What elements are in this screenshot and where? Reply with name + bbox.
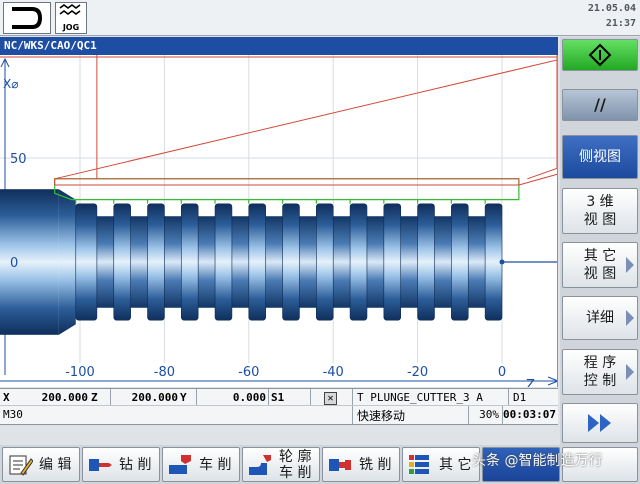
groove-land (147, 203, 165, 321)
turning-softkey[interactable]: 车 削 (162, 447, 240, 482)
rapid-exit (527, 167, 557, 180)
groove-land (349, 203, 368, 321)
details-label: 详细 (586, 310, 614, 326)
groove-land (282, 203, 300, 321)
details-softkey[interactable]: 详细 (562, 296, 638, 340)
3d-view-softkey[interactable]: 3 维 视 图 (562, 188, 638, 234)
drilling-label: 钻 削 (119, 456, 152, 473)
status-bar: JOG 21.05.04 21:37 (0, 0, 640, 36)
groove-land (180, 203, 199, 321)
contour-turning-icon (249, 454, 271, 475)
next-page-softkey[interactable] (562, 403, 638, 443)
program-info-row: M30 快速移动 30% 00:03:07 (0, 406, 558, 425)
edit-icon (9, 455, 33, 476)
groove-land (417, 203, 435, 321)
various-softkey[interactable]: 其 它 (402, 447, 480, 482)
submenu-arrow-icon (626, 364, 634, 380)
elapsed-time: 00:03:07 (502, 406, 558, 424)
double-chevron-right-icon (588, 414, 611, 432)
groove-land (75, 203, 98, 321)
other-views-softkey[interactable]: 其 它 视 图 (562, 242, 638, 288)
simulation-view[interactable]: X⌀ Z 50 0 -100 -80 -60 -40 -20 0 (0, 55, 558, 387)
feed-override: 30% (468, 406, 502, 424)
z-tick-label: -80 (154, 365, 175, 380)
axis-position-row: X 200.000 Z 200.000 Y 0.000 S1 ✕ T PLUNG… (0, 388, 558, 406)
x-axis-label: X (3, 391, 10, 404)
program-control-softkey[interactable]: 程 序 控 制 (562, 349, 638, 395)
z-tick-label: -100 (65, 365, 95, 380)
various-icon (409, 454, 429, 474)
m-function: M30 (3, 408, 23, 421)
side-view-graphic: X⌀ Z 50 0 -100 -80 -60 -40 -20 0 (0, 55, 557, 387)
z-tick-label: -20 (407, 365, 428, 380)
z-axis-value: 200.000 (110, 389, 178, 405)
rapid-retract-diagonal (518, 173, 557, 186)
spindle-label: S1 (268, 389, 308, 405)
y-axis-label: X⌀ (3, 77, 18, 91)
groove-land (383, 203, 402, 321)
submenu-arrow-icon (626, 310, 634, 326)
pause-softkey[interactable]: // (562, 89, 638, 121)
cycle-start-softkey[interactable] (562, 39, 638, 71)
program-path-title: NC/WKS/CAO/QC1 (0, 37, 558, 55)
groove-land (484, 203, 503, 321)
milling-softkey[interactable]: 铣 削 (322, 447, 400, 482)
rapid-approach-diagonal (54, 59, 557, 180)
contour-turning-softkey[interactable]: 轮 廓 车 削 (242, 447, 320, 482)
time-display: 21:37 (605, 18, 636, 29)
y-axis-value: 0.000 (196, 389, 266, 405)
watermark-text: 头条 @智能制造万行 (472, 453, 603, 469)
spindle-stop-indicator: ✕ (310, 389, 350, 405)
groove-land (316, 203, 334, 321)
machine-area-button[interactable] (3, 2, 51, 34)
drilling-icon (89, 458, 112, 471)
z-tick-label: -60 (238, 365, 259, 380)
motion-mode: 快速移动 (352, 406, 468, 424)
y-axis-label: Y (180, 391, 187, 404)
groove-land (214, 203, 233, 321)
side-view-softkey[interactable]: 侧视图 (562, 135, 638, 179)
groove-land (451, 203, 469, 321)
date-display: 21.05.04 (587, 3, 636, 14)
jog-wave-icon (59, 4, 81, 15)
edit-label: 编 辑 (39, 456, 72, 473)
start-diamond-icon (588, 43, 612, 67)
z-axis-label: Z (91, 391, 98, 404)
edit-softkey[interactable]: 编 辑 (2, 447, 80, 482)
turning-label: 车 削 (199, 456, 232, 473)
x-axis-label: Z (526, 378, 535, 387)
stock-section (0, 189, 59, 335)
vertical-softkey-bar: // 侧视图 3 维 视 图 其 它 视 图 详细 程 序 控 制 (560, 37, 640, 445)
z-tick-label: -40 (323, 365, 344, 380)
d-number: D1 (508, 389, 558, 405)
machine-area-icon (12, 7, 43, 29)
other-views-label: 其 它 视 图 (583, 248, 617, 282)
mode-label: JOG (62, 23, 80, 32)
milling-label: 铣 削 (359, 456, 392, 473)
submenu-arrow-icon (626, 257, 634, 273)
y-tick-label: 0 (10, 256, 18, 271)
jog-mode-indicator: JOG (55, 2, 87, 34)
groove-land (113, 203, 131, 321)
tool-paths (0, 55, 557, 204)
rapid-path-outline (54, 178, 520, 186)
various-label: 其 它 (439, 456, 472, 473)
tool-name: T PLUNGE_CUTTER_3 A (352, 389, 508, 405)
milling-icon (329, 458, 351, 471)
y-tick-label: 50 (10, 152, 27, 167)
spindle-stop-icon: ✕ (324, 392, 337, 405)
shoulder-bevel (58, 189, 76, 335)
groove-land (248, 203, 266, 321)
x-axis-value: 200.000 (41, 391, 88, 404)
part-end-point (499, 259, 505, 265)
feed-path (54, 178, 520, 204)
turning-icon (169, 454, 191, 474)
contour-turning-label: 轮 廓 车 削 (279, 448, 312, 481)
workpiece (0, 189, 505, 335)
program-control-label: 程 序 控 制 (583, 355, 617, 389)
z-tick-label: 0 (498, 365, 506, 380)
drilling-softkey[interactable]: 钻 削 (82, 447, 160, 482)
